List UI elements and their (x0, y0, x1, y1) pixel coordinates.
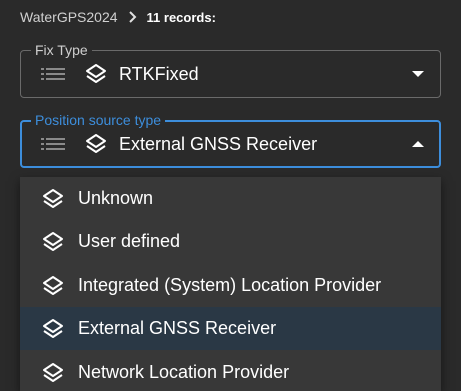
menu-item-label: Integrated (System) Location Provider (78, 275, 382, 295)
list-icon (41, 138, 65, 150)
menu-item-label: Unknown (78, 188, 154, 208)
position-source-select[interactable]: Position source type External GNSS Recei… (20, 111, 441, 168)
menu-item-user-defined[interactable]: User defined (20, 220, 441, 263)
caret-down-icon[interactable] (411, 70, 425, 78)
layers-icon (86, 134, 106, 153)
breadcrumb-current: 11 records: (146, 9, 216, 25)
position-source-value: External GNSS Receiver (119, 133, 318, 154)
layers-icon (43, 231, 63, 251)
layers-icon (43, 362, 63, 382)
breadcrumb: WaterGPS2024 11 records: (20, 6, 216, 28)
layers-icon (43, 318, 63, 338)
menu-item-unknown[interactable]: Unknown (20, 177, 441, 220)
breadcrumb-root[interactable]: WaterGPS2024 (20, 9, 118, 25)
layers-icon (43, 188, 63, 208)
layers-icon (43, 275, 63, 295)
list-icon (41, 68, 65, 80)
caret-up-icon[interactable] (411, 140, 425, 148)
menu-item-network-location-provider[interactable]: Network Location Provider (20, 351, 441, 391)
fix-type-select[interactable]: Fix Type RTKFixed (20, 41, 441, 98)
menu-item-integrated-location-provider[interactable]: Integrated (System) Location Provider (20, 264, 441, 307)
menu-item-label: User defined (78, 231, 181, 251)
page: WaterGPS2024 11 records: Fix Type RTKFix… (0, 0, 461, 391)
fix-type-value: RTKFixed (119, 63, 199, 84)
layers-icon (86, 64, 106, 83)
menu-item-external-gnss-receiver[interactable]: External GNSS Receiver (20, 307, 441, 350)
menu-item-label: Network Location Provider (78, 362, 290, 382)
menu-item-label: External GNSS Receiver (78, 318, 277, 338)
position-source-menu: Unknown User defined Integrated (System)… (20, 177, 441, 391)
chevron-right-icon (127, 10, 139, 24)
